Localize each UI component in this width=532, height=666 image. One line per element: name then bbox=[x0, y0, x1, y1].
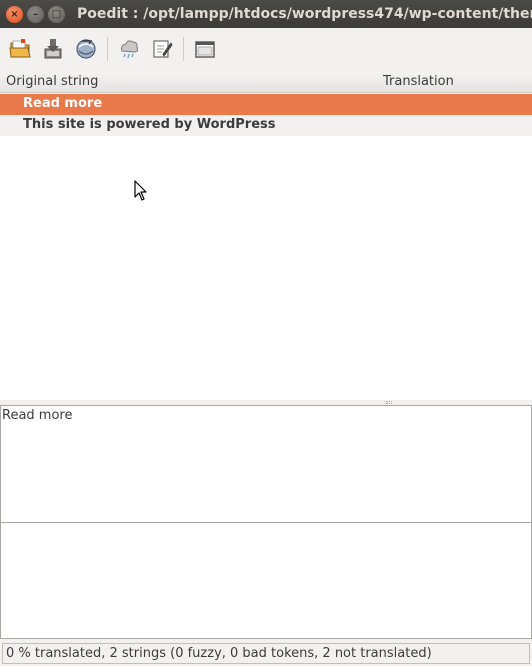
minimize-icon: – bbox=[33, 8, 38, 20]
list-item-original: This site is powered by WordPress bbox=[23, 117, 276, 132]
update-catalog-button[interactable] bbox=[71, 35, 100, 64]
source-text: Read more bbox=[2, 408, 73, 423]
toolbar-separator bbox=[183, 37, 184, 61]
minimize-window-button[interactable]: – bbox=[27, 5, 44, 23]
toolbar bbox=[0, 28, 532, 70]
close-window-button[interactable]: × bbox=[6, 5, 23, 23]
splitter-grip-icon[interactable] bbox=[386, 401, 392, 404]
toggle-view-button[interactable] bbox=[190, 35, 219, 64]
source-text-pane: Read more bbox=[0, 405, 532, 523]
window-title: Poedit : /opt/lampp/htdocs/wordpress474/… bbox=[77, 6, 532, 22]
update-catalog-icon bbox=[75, 39, 96, 59]
status-text: 0 % translated, 2 strings (0 fuzzy, 0 ba… bbox=[2, 643, 530, 664]
column-header-original[interactable]: Original string bbox=[6, 74, 98, 89]
edit-comment-button[interactable] bbox=[147, 35, 176, 64]
column-header-translation[interactable]: Translation bbox=[383, 74, 454, 89]
toggle-view-icon bbox=[194, 41, 215, 58]
save-button[interactable] bbox=[38, 35, 67, 64]
maximize-icon: □ bbox=[51, 8, 62, 20]
window-controls: × – □ bbox=[6, 5, 69, 23]
open-button[interactable] bbox=[5, 35, 34, 64]
string-list[interactable]: Read more This site is powered by WordPr… bbox=[0, 94, 532, 400]
validate-translations-icon bbox=[120, 40, 138, 59]
translation-text-field[interactable] bbox=[0, 522, 532, 639]
list-item-original: Read more bbox=[23, 96, 103, 111]
open-file-icon bbox=[8, 39, 31, 58]
toolbar-separator bbox=[107, 37, 108, 61]
save-file-icon bbox=[44, 39, 61, 59]
mouse-cursor-icon bbox=[134, 180, 147, 201]
validate-button[interactable] bbox=[114, 35, 143, 64]
list-header: Original string Translation bbox=[0, 72, 532, 93]
status-bar: 0 % translated, 2 strings (0 fuzzy, 0 ba… bbox=[0, 641, 532, 666]
maximize-window-button[interactable]: □ bbox=[48, 5, 65, 23]
title-bar: × – □ Poedit : /opt/lampp/htdocs/wordpre… bbox=[0, 0, 532, 28]
list-item[interactable]: This site is powered by WordPress bbox=[0, 115, 532, 136]
list-item[interactable]: Read more bbox=[0, 94, 532, 115]
edit-comment-icon bbox=[152, 40, 172, 58]
close-icon: × bbox=[10, 8, 19, 20]
